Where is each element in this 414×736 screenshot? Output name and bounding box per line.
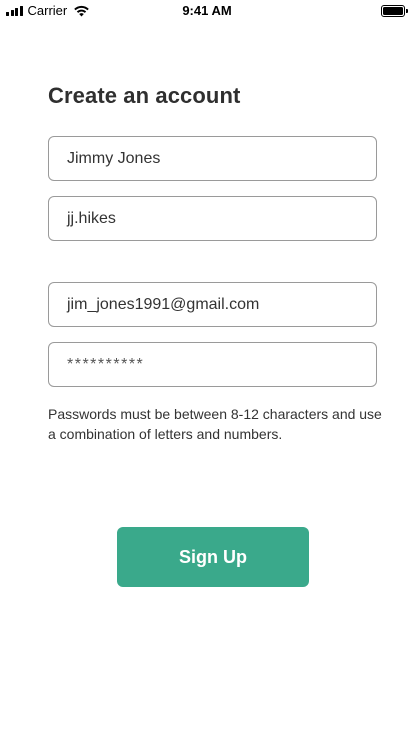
status-bar: Carrier 9:41 AM — [0, 0, 414, 22]
full-name-field[interactable]: Jimmy Jones — [48, 136, 377, 181]
create-account-screen: Carrier 9:41 AM Create an account Jimmy … — [0, 0, 414, 736]
password-hint: Passwords must be between 8-12 character… — [48, 406, 382, 442]
status-time: 9:41 AM — [182, 3, 232, 18]
username-field[interactable]: jj.hikes — [48, 196, 377, 241]
battery-icon — [381, 5, 408, 17]
password-field[interactable]: ********** — [48, 342, 377, 387]
page-title: Create an account — [48, 83, 241, 108]
email-field[interactable]: jim_jones1991@gmail.com — [48, 282, 377, 327]
sign-up-button[interactable]: Sign Up — [117, 527, 309, 587]
